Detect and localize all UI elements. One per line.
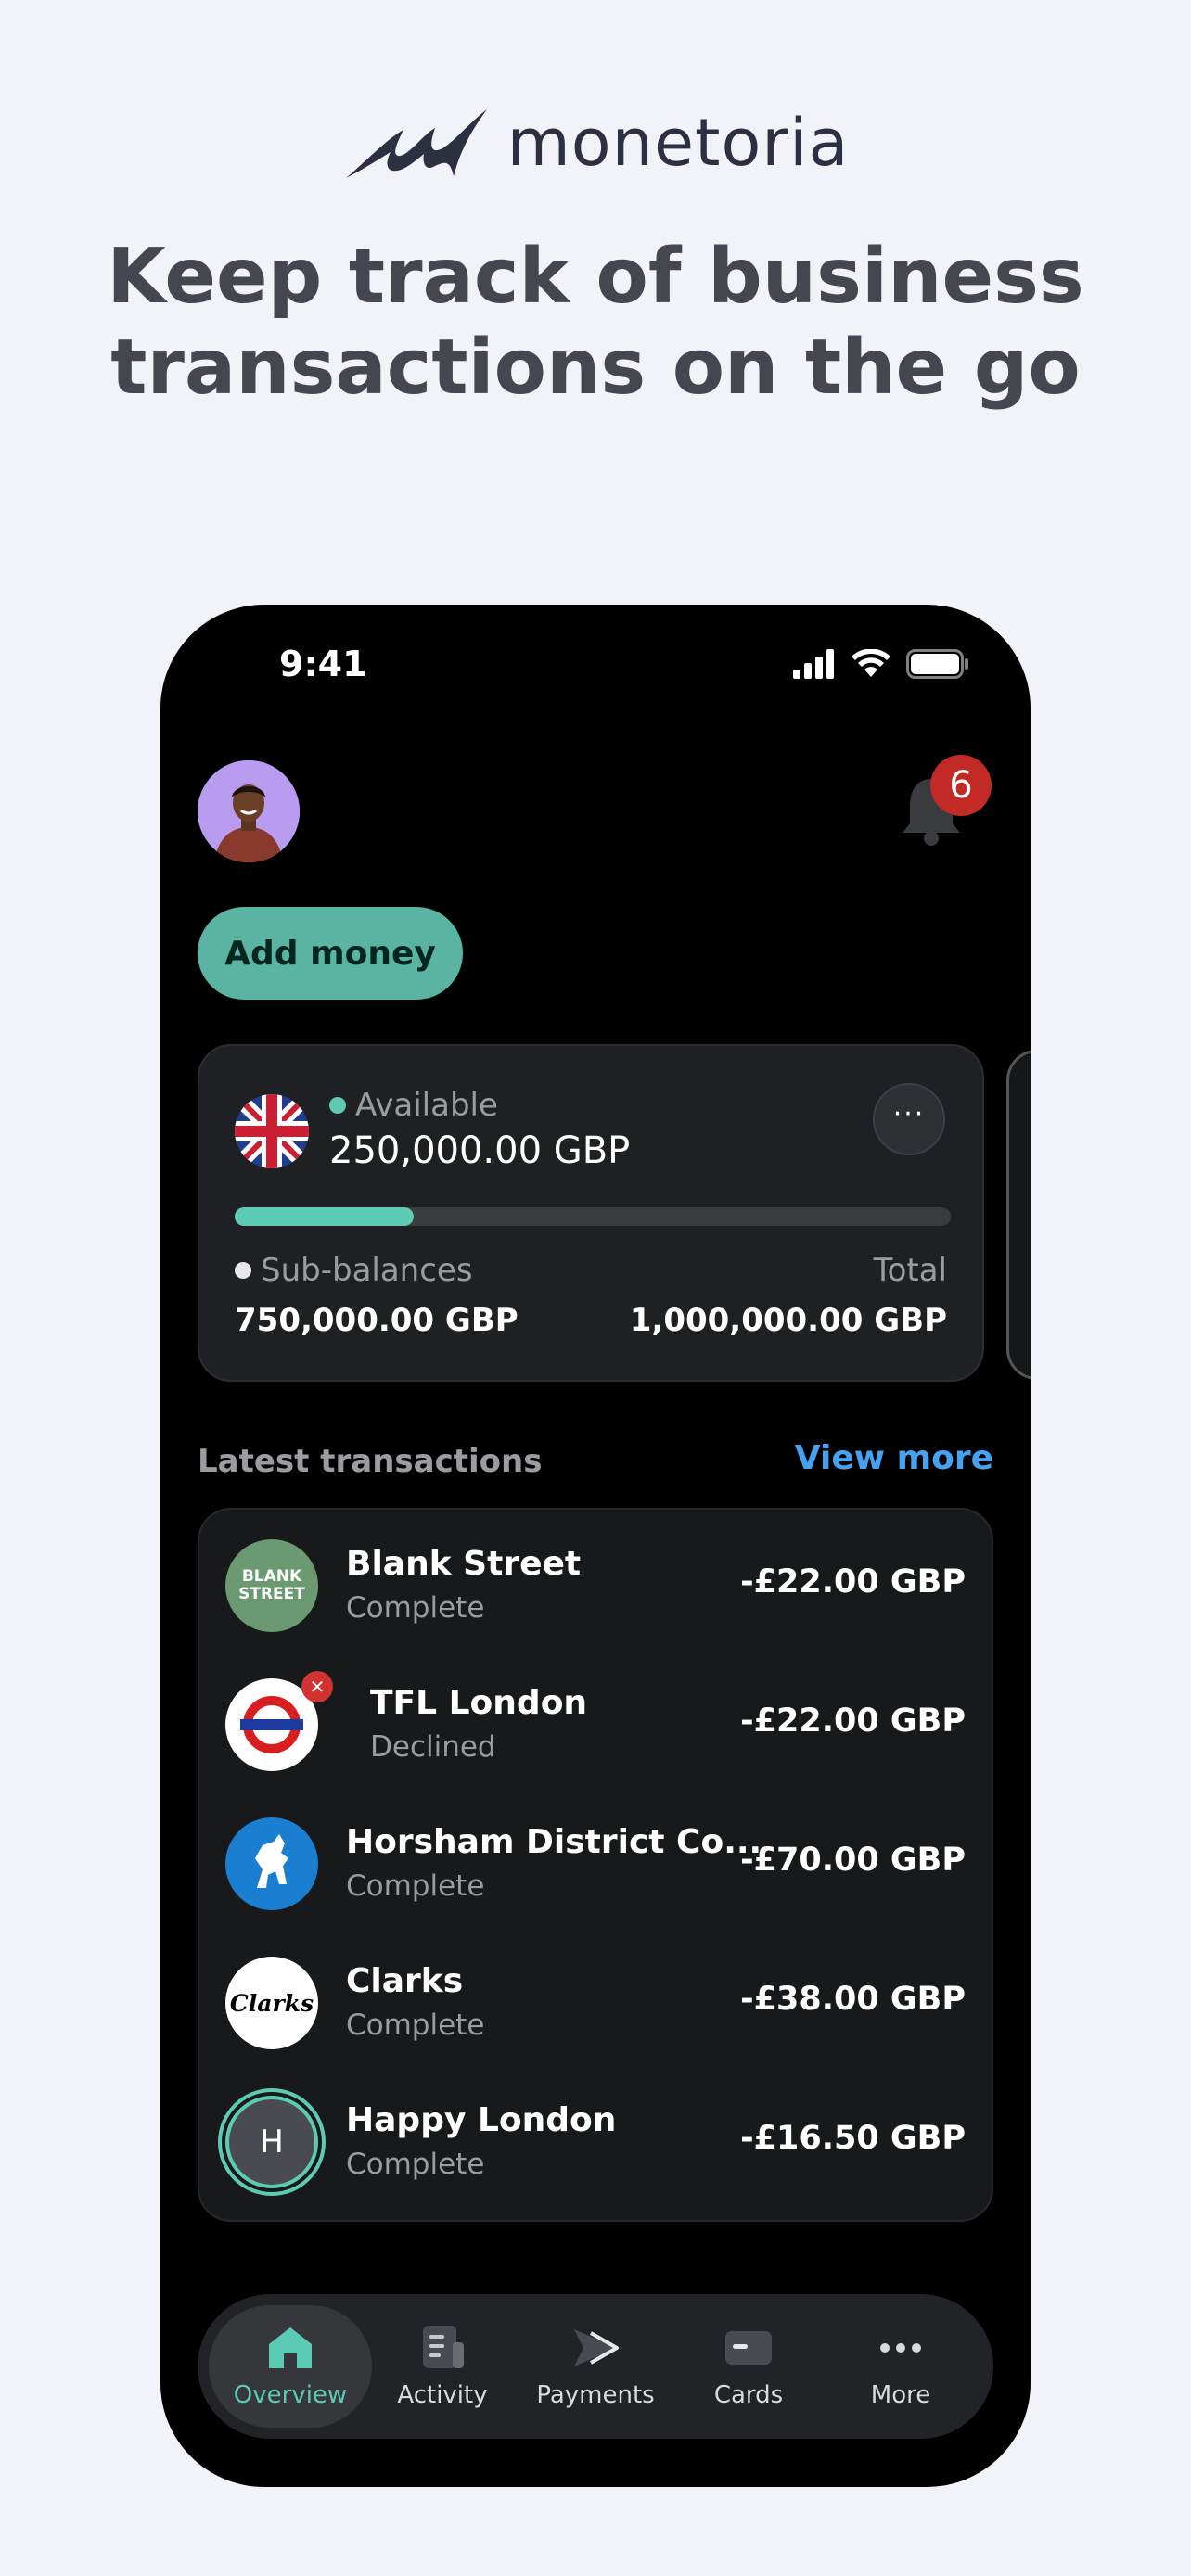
tab-label: Payments [536,2381,655,2409]
balance-progress-fill [235,1207,414,1226]
battery-icon [906,649,968,679]
card-icon [725,2331,772,2365]
clarks-logo-text: Clarks [229,1989,314,2017]
transaction-status: Declined [370,1730,496,1764]
sub-balances-dot-icon [235,1262,251,1279]
list-item[interactable]: Horsham District Co... Complete -£70.00 … [199,1788,992,1927]
brand-name: monetoria [506,105,850,181]
total-value: 1,000,000.00 GBP [629,1302,947,1339]
tab-label: Activity [397,2381,488,2409]
transaction-amount: -£22.00 GBP [740,1702,966,1740]
transaction-name: Happy London [346,2101,617,2139]
happy-london-initial-icon: H [225,2096,318,2188]
balance-more-button[interactable]: ··· [873,1083,945,1155]
available-label: Available [355,1087,498,1124]
sub-balances-value: 750,000.00 GBP [235,1302,519,1339]
status-time: 9:41 [279,644,367,684]
tab-more[interactable]: More [819,2305,982,2428]
horsham-lion-crest-icon [225,1817,318,1910]
more-icon [880,2343,921,2353]
transaction-name: Horsham District Co... [346,1823,762,1861]
page-headline: Keep track of business transactions on t… [0,232,1191,414]
transaction-amount: -£16.50 GBP [740,2120,966,2157]
next-balance-card-peek[interactable] [1006,1050,1031,1380]
transaction-status: Complete [346,1869,485,1903]
transaction-status: Complete [346,2009,485,2042]
tab-activity[interactable]: Activity [361,2305,524,2428]
list-item[interactable]: Clarks Clarks Complete -£38.00 GBP [199,1927,992,2066]
tab-overview[interactable]: Overview [209,2305,372,2428]
transaction-amount: -£70.00 GBP [740,1842,966,1879]
blank-street-logo-icon: BLANK STREET [225,1539,318,1632]
phone-screen: 9:41 6 Add money Available 250,000.00 GB… [160,605,1031,2487]
view-more-link[interactable]: View more [795,1439,993,1477]
list-item[interactable]: H Happy London Complete -£16.50 GBP [199,2066,992,2205]
headline-line-2: transactions on the go [110,324,1081,412]
add-money-button[interactable]: Add money [198,907,463,1000]
transactions-list: BLANK STREET Blank Street Complete -£22.… [198,1508,993,2222]
tab-cards[interactable]: Cards [667,2305,830,2428]
latest-transactions-title: Latest transactions [198,1443,543,1480]
happy-london-initial: H [260,2123,284,2161]
balance-progress-bar [235,1207,951,1226]
declined-x-icon: ✕ [301,1671,333,1702]
balance-card[interactable]: Available 250,000.00 GBP ··· Sub-balance… [198,1044,984,1382]
transaction-amount: -£22.00 GBP [740,1563,966,1600]
sub-balances-label: Sub-balances [261,1252,473,1289]
headline-line-1: Keep track of business [107,233,1084,321]
signal-icon [793,649,834,679]
available-row: Available [329,1087,498,1124]
list-item[interactable]: BLANK STREET Blank Street Complete -£22.… [199,1510,992,1649]
bottom-tab-bar: Overview Activity Payments Cards More [198,2294,993,2439]
home-icon [269,2327,312,2368]
wifi-icon [852,649,890,677]
tab-label: More [870,2381,931,2409]
available-value: 250,000.00 GBP [329,1129,631,1172]
clarks-logo-icon: Clarks [225,1957,318,2049]
transaction-name: TFL London [370,1684,588,1722]
payments-icon [574,2329,619,2366]
activity-icon [423,2326,464,2368]
tab-label: Overview [233,2381,348,2409]
transaction-name: Clarks [346,1962,464,2000]
blank-street-logo-text: BLANK STREET [238,1567,305,1603]
status-icons [793,649,969,679]
available-dot-icon [329,1097,346,1114]
transaction-amount: -£38.00 GBP [740,1981,966,2018]
uk-flag-icon [235,1094,309,1168]
user-photo-icon [198,760,300,862]
list-item[interactable]: ✕ TFL London Declined -£22.00 GBP [199,1649,992,1788]
sub-balances-row: Sub-balances [235,1252,473,1289]
brand-header: monetoria [0,102,1191,184]
tab-payments[interactable]: Payments [514,2305,677,2428]
transaction-status: Complete [346,2148,485,2181]
tab-label: Cards [713,2381,784,2409]
total-label: Total [873,1252,947,1289]
transaction-status: Complete [346,1591,485,1625]
transaction-name: Blank Street [346,1545,582,1583]
monetoria-logo-icon [345,109,487,178]
notification-count-badge: 6 [930,755,992,816]
avatar[interactable] [198,760,300,862]
